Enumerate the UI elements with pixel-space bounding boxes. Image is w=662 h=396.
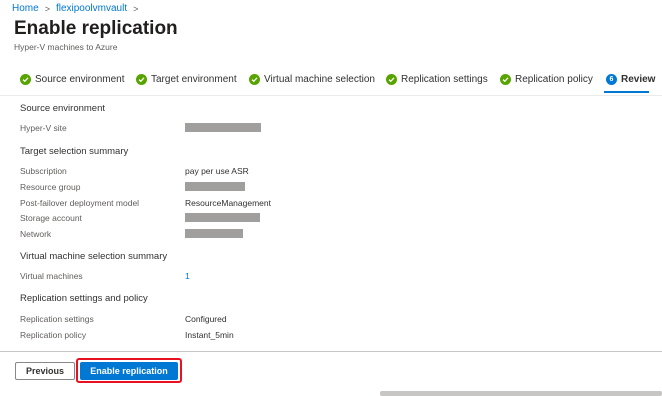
previous-button[interactable]: Previous — [15, 362, 75, 380]
subscription-value: pay per use ASR — [185, 166, 249, 176]
section-target-selection: Target selection summary — [20, 146, 129, 157]
tab-label: Source environment — [35, 74, 125, 85]
horizontal-scrollbar[interactable] — [380, 391, 662, 396]
page-title: Enable replication — [14, 18, 178, 39]
subscription-label: Subscription — [20, 166, 67, 176]
tab-review[interactable]: 6 Review — [606, 74, 655, 85]
redacted-storage-account — [185, 213, 260, 222]
redacted-hyperv-site — [185, 123, 261, 132]
checkmark-icon — [20, 74, 31, 85]
tab-replication-settings[interactable]: Replication settings — [386, 74, 488, 85]
divider — [0, 95, 662, 96]
step-number-badge: 6 — [606, 74, 617, 85]
tab-target-environment[interactable]: Target environment — [136, 74, 237, 85]
checkmark-icon — [500, 74, 511, 85]
footer-divider — [0, 351, 662, 352]
tab-label: Replication policy — [515, 74, 593, 85]
tab-source-environment[interactable]: Source environment — [20, 74, 125, 85]
deployment-model-label: Post-failover deployment model — [20, 198, 140, 208]
section-vm-selection: Virtual machine selection summary — [20, 251, 168, 262]
redacted-resource-group — [185, 182, 245, 191]
replication-settings-label: Replication settings — [20, 314, 94, 324]
resource-group-label: Resource group — [20, 182, 81, 192]
deployment-model-value: ResourceManagement — [185, 198, 271, 208]
tab-replication-policy[interactable]: Replication policy — [500, 74, 593, 85]
network-label: Network — [20, 229, 52, 239]
tab-label: Virtual machine selection — [264, 74, 375, 85]
replication-policy-label: Replication policy — [20, 330, 87, 340]
section-source-environment: Source environment — [20, 103, 106, 114]
virtual-machines-label: Virtual machines — [20, 271, 83, 281]
tab-virtual-machine-selection[interactable]: Virtual machine selection — [249, 74, 375, 85]
checkmark-icon — [136, 74, 147, 85]
checkmark-icon — [249, 74, 260, 85]
breadcrumb-vault-link[interactable]: flexipoolvmvault — [56, 3, 127, 14]
virtual-machines-count-link[interactable]: 1 — [185, 271, 190, 281]
tab-label: Review — [621, 74, 656, 85]
redacted-network — [185, 229, 243, 238]
breadcrumb: Home > flexipoolvmvault > — [12, 3, 138, 14]
breadcrumb-home-link[interactable]: Home — [12, 3, 39, 14]
tab-label: Replication settings — [401, 74, 488, 85]
breadcrumb-separator: > — [133, 3, 139, 14]
breadcrumb-separator: > — [44, 3, 50, 14]
section-replication-settings-policy: Replication settings and policy — [20, 293, 148, 304]
active-tab-indicator — [604, 91, 649, 93]
more-options-icon[interactable]: ··· — [160, 22, 177, 38]
replication-settings-value: Configured — [185, 314, 227, 324]
hyperv-site-label: Hyper-V site — [20, 123, 67, 133]
replication-policy-value: Instant_5min — [185, 330, 234, 340]
page-subtitle: Hyper-V machines to Azure — [14, 42, 118, 52]
enable-replication-button[interactable]: Enable replication — [80, 362, 178, 380]
checkmark-icon — [386, 74, 397, 85]
storage-account-label: Storage account — [20, 213, 82, 223]
tab-label: Target environment — [151, 74, 237, 85]
wizard-tabs: Source environment Target environment Vi… — [14, 74, 662, 94]
